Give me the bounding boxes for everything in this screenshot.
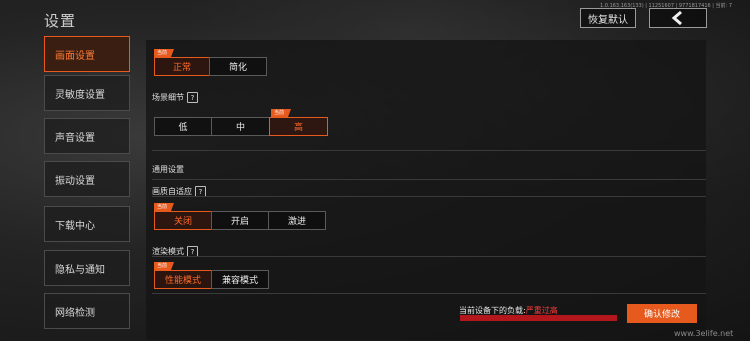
sidebar-item-label: 振动设置 — [55, 175, 95, 187]
sidebar-item-privacy[interactable]: 隐私与通知 — [44, 250, 130, 286]
adaptive-option-off[interactable]: 关闭 — [154, 211, 212, 230]
load-progress-bar — [460, 315, 617, 321]
chevron-left-icon — [671, 11, 682, 25]
divider — [152, 293, 706, 294]
confirm-button[interactable]: 确认修改 — [627, 304, 697, 323]
adaptive-selector: 关闭 开启 激进 — [154, 211, 326, 230]
settings-panel — [146, 40, 706, 340]
sidebar-item-network[interactable]: 网络检测 — [44, 293, 130, 329]
sidebar-item-vibration[interactable]: 振动设置 — [44, 161, 130, 197]
adaptive-text: 画质自适应 — [152, 187, 192, 196]
scene-option-mid[interactable]: 中 — [211, 117, 270, 136]
render-option-compatible[interactable]: 兼容模式 — [211, 270, 269, 289]
render-mode-text: 渲染模式 — [152, 247, 184, 256]
sidebar-item-label: 下载中心 — [55, 220, 95, 232]
scene-option-low[interactable]: 低 — [154, 117, 212, 136]
general-settings-label: 通用设置 — [152, 165, 184, 174]
load-value: 严重过高 — [525, 306, 558, 315]
sidebar-item-label: 画面设置 — [55, 50, 95, 62]
sidebar-item-label: 声音设置 — [55, 132, 95, 144]
scene-detail-label: 场景细节? — [152, 92, 198, 103]
divider — [152, 179, 706, 180]
sidebar-item-sound[interactable]: 声音设置 — [44, 118, 130, 154]
render-mode-selector: 性能模式 兼容模式 — [154, 270, 269, 289]
sidebar-item-graphics[interactable]: 画面设置 — [44, 36, 130, 72]
adaptive-option-on[interactable]: 开启 — [211, 211, 269, 230]
quality-option-simplified[interactable]: 简化 — [209, 57, 267, 76]
scene-detail-selector: 低 中 高 — [154, 117, 328, 136]
render-option-performance[interactable]: 性能模式 — [154, 270, 212, 289]
load-progress-fill — [460, 315, 617, 321]
scene-detail-text: 场景细节 — [152, 93, 184, 102]
current-tag: 当前 — [154, 262, 175, 270]
current-tag: 当前 — [154, 203, 175, 211]
divider — [152, 150, 706, 151]
sidebar-item-label: 网络检测 — [55, 307, 95, 319]
reset-default-button[interactable]: 恢复默认 — [580, 8, 636, 28]
divider — [152, 256, 706, 257]
watermark: www.3elife.net — [674, 329, 734, 338]
back-button[interactable] — [649, 8, 707, 28]
divider — [152, 196, 706, 197]
sidebar-item-label: 灵敏度设置 — [55, 89, 105, 101]
scene-option-high[interactable]: 高 — [269, 117, 328, 136]
sidebar-item-sensitivity[interactable]: 灵敏度设置 — [44, 75, 130, 111]
sidebar-item-label: 隐私与通知 — [55, 264, 105, 276]
current-tag: 当前 — [271, 109, 292, 117]
quality-option-normal[interactable]: 正常 — [154, 57, 210, 76]
sidebar-item-download[interactable]: 下载中心 — [44, 206, 130, 242]
current-tag: 当前 — [154, 49, 175, 57]
adaptive-option-aggressive[interactable]: 激进 — [268, 211, 326, 230]
page-title: 设置 — [44, 12, 77, 30]
quality-selector: 正常 简化 — [154, 57, 267, 76]
load-label: 当前设备下的负载: — [459, 306, 526, 315]
help-icon[interactable]: ? — [187, 92, 198, 103]
